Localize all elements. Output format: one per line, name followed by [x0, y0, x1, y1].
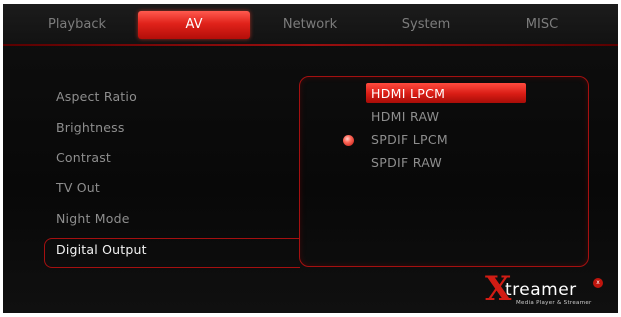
menu-item-tv-out[interactable]: TV Out [56, 180, 100, 195]
menu-item-contrast[interactable]: Contrast [56, 150, 111, 165]
tab-misc[interactable]: MISC [512, 11, 572, 39]
tab-bar: Playback AV Network System MISC [3, 4, 618, 44]
tab-playback[interactable]: Playback [39, 11, 115, 39]
menu-item-digital-output[interactable]: Digital Output [56, 242, 147, 257]
option-spdif-raw[interactable]: SPDIF RAW [371, 155, 442, 170]
tab-bar-divider [3, 44, 618, 46]
tab-av[interactable]: AV [138, 11, 250, 39]
option-hdmi-raw[interactable]: HDMI RAW [371, 109, 439, 124]
av-settings-screen: Playback AV Network System MISC Aspect R… [3, 4, 618, 313]
menu-item-aspect-ratio[interactable]: Aspect Ratio [56, 89, 137, 104]
logo-wordmark: treamer [505, 280, 577, 300]
menu-item-night-mode[interactable]: Night Mode [56, 211, 130, 226]
logo-badge-icon: x [593, 278, 603, 288]
logo-tagline: Media Player & Streamer [516, 300, 592, 306]
xtreamer-logo: X treamer x Media Player & Streamer [485, 272, 610, 310]
options-panel [299, 76, 589, 267]
radio-selected-icon [343, 135, 354, 146]
menu-item-brightness[interactable]: Brightness [56, 120, 125, 135]
tab-system[interactable]: System [388, 11, 464, 39]
option-hdmi-lpcm[interactable]: HDMI LPCM [371, 86, 445, 101]
option-spdif-lpcm[interactable]: SPDIF LPCM [371, 132, 448, 147]
tab-network[interactable]: Network [270, 11, 350, 39]
